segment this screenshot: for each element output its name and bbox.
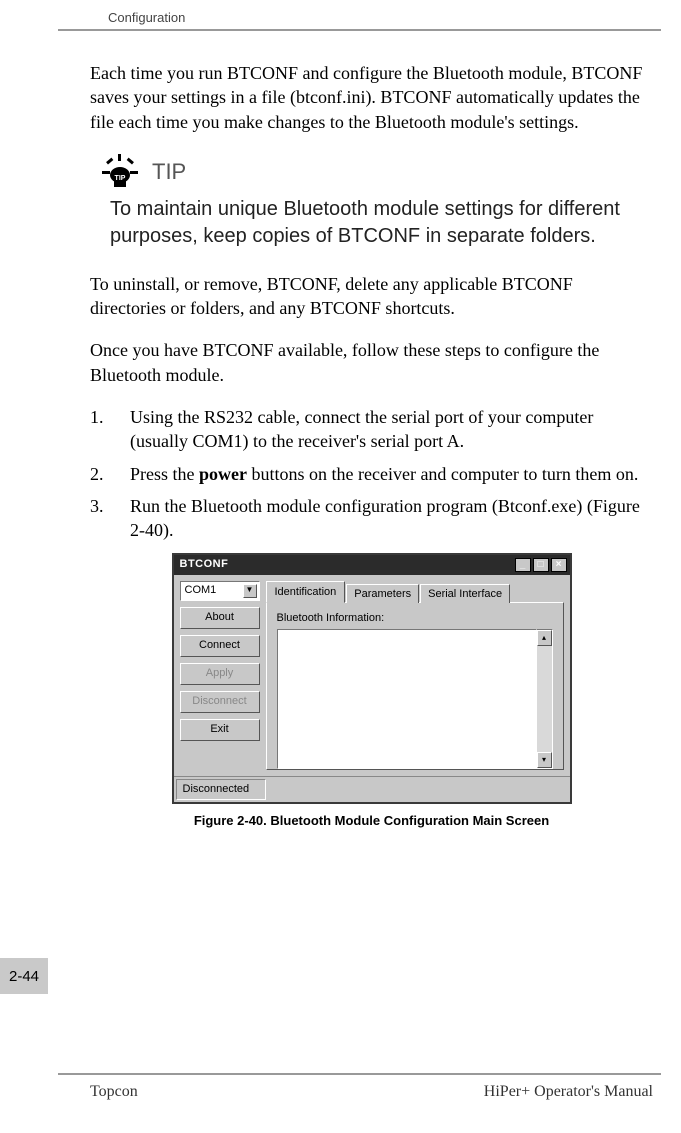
- step-1: 1. Using the RS232 cable, connect the se…: [90, 405, 653, 454]
- paragraph-2: To uninstall, or remove, BTCONF, delete …: [90, 272, 653, 321]
- com-port-select[interactable]: COM1 ▼: [180, 581, 260, 601]
- scrollbar[interactable]: ▴ ▾: [537, 629, 553, 769]
- about-button[interactable]: About: [180, 607, 260, 629]
- status-text: Disconnected: [176, 779, 266, 800]
- close-button[interactable]: ×: [551, 558, 567, 572]
- info-text-content[interactable]: [277, 629, 537, 769]
- step-number: 3.: [90, 494, 104, 518]
- btconf-window: BTCONF _ □ × COM1 ▼ About Connect Apply …: [172, 553, 572, 805]
- panel-label: Bluetooth Information:: [277, 611, 553, 626]
- scroll-down-icon[interactable]: ▾: [537, 752, 552, 768]
- combo-value: COM1: [185, 583, 217, 598]
- tip-icon: TIP: [100, 152, 140, 192]
- maximize-button[interactable]: □: [533, 558, 549, 572]
- tab-identification[interactable]: Identification: [266, 581, 346, 604]
- header-section-label: Configuration: [0, 0, 681, 29]
- step-text-a: Press the: [130, 464, 199, 484]
- page-footer: Topcon HiPer+ Operator's Manual: [90, 1083, 653, 1101]
- tip-text: To maintain unique Bluetooth module sett…: [110, 196, 653, 250]
- window-title: BTCONF: [180, 557, 229, 572]
- tip-label: TIP: [152, 157, 186, 187]
- info-textarea: ▴ ▾: [277, 629, 553, 769]
- step-2: 2. Press the power buttons on the receiv…: [90, 462, 653, 486]
- step-text-b: buttons on the receiver and computer to …: [247, 464, 638, 484]
- page-number-tab: 2-44: [0, 958, 48, 994]
- step-3: 3. Run the Bluetooth module configuratio…: [90, 494, 653, 543]
- apply-button[interactable]: Apply: [180, 663, 260, 685]
- step-text: Using the RS232 cable, connect the seria…: [130, 407, 593, 451]
- connect-button[interactable]: Connect: [180, 635, 260, 657]
- footer-right: HiPer+ Operator's Manual: [484, 1083, 653, 1101]
- tip-block: TIP TIP To maintain unique Bluetooth mod…: [100, 152, 653, 250]
- disconnect-button[interactable]: Disconnect: [180, 691, 260, 713]
- step-number: 1.: [90, 405, 104, 429]
- tab-parameters[interactable]: Parameters: [346, 584, 419, 604]
- window-controls: _ □ ×: [515, 558, 567, 572]
- chevron-down-icon[interactable]: ▼: [243, 584, 257, 598]
- status-bar: Disconnected: [174, 776, 570, 802]
- sidebar: COM1 ▼ About Connect Apply Disconnect Ex…: [180, 581, 260, 771]
- step-text-bold: power: [199, 464, 247, 484]
- page-content: Each time you run BTCONF and configure t…: [0, 31, 681, 830]
- svg-text:TIP: TIP: [115, 175, 126, 182]
- footer-divider: [58, 1073, 661, 1075]
- tabs: Identification Parameters Serial Interfa…: [266, 581, 564, 604]
- main-panel: Identification Parameters Serial Interfa…: [266, 581, 564, 771]
- window-body: COM1 ▼ About Connect Apply Disconnect Ex…: [174, 575, 570, 777]
- footer-left: Topcon: [90, 1083, 138, 1101]
- figure: BTCONF _ □ × COM1 ▼ About Connect Apply …: [90, 553, 653, 830]
- minimize-button[interactable]: _: [515, 558, 531, 572]
- steps-list: 1. Using the RS232 cable, connect the se…: [90, 405, 653, 542]
- scroll-up-icon[interactable]: ▴: [537, 630, 552, 646]
- tip-header: TIP TIP: [100, 152, 653, 192]
- tab-panel: Bluetooth Information: ▴ ▾: [266, 602, 564, 770]
- step-text: Run the Bluetooth module configuration p…: [130, 496, 640, 540]
- paragraph-1: Each time you run BTCONF and configure t…: [90, 61, 653, 134]
- figure-caption: Figure 2-40. Bluetooth Module Configurat…: [194, 812, 549, 830]
- title-bar[interactable]: BTCONF _ □ ×: [174, 555, 570, 575]
- step-number: 2.: [90, 462, 104, 486]
- paragraph-3: Once you have BTCONF available, follow t…: [90, 338, 653, 387]
- exit-button[interactable]: Exit: [180, 719, 260, 741]
- tab-serial-interface[interactable]: Serial Interface: [420, 584, 510, 604]
